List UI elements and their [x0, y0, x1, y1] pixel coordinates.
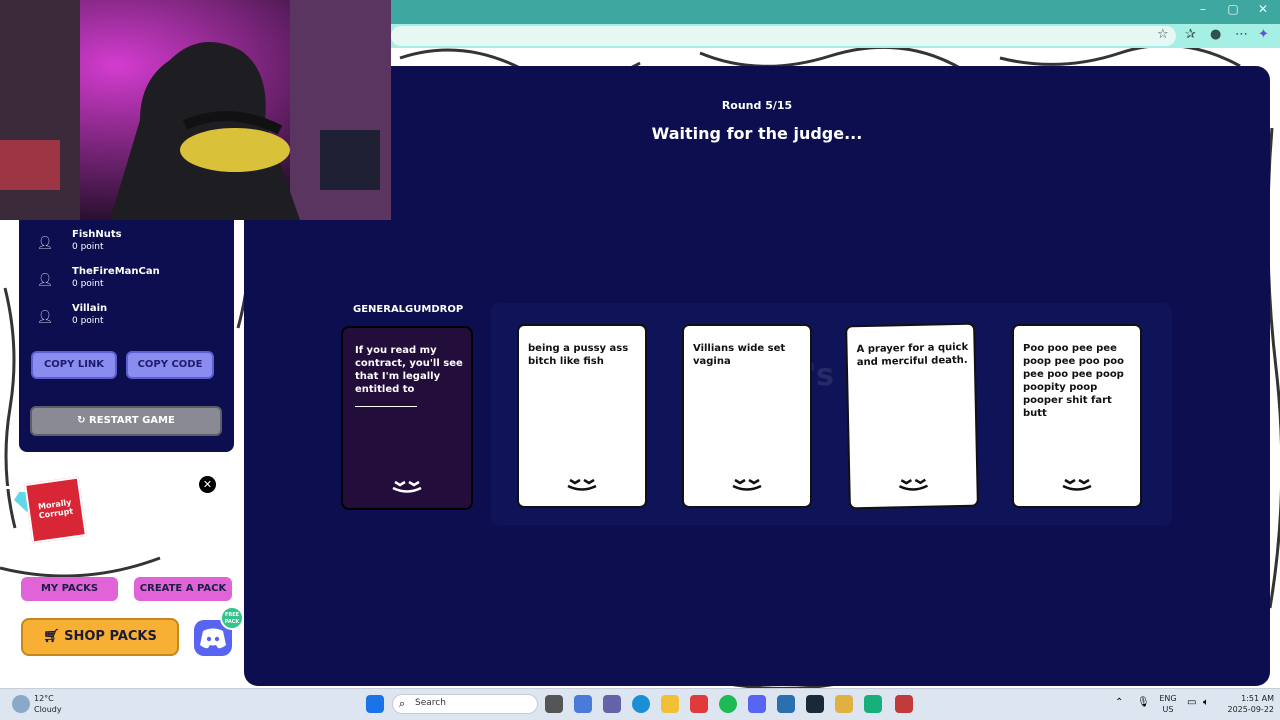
- judge-name: GENERALGUMDROP: [353, 304, 464, 315]
- edge-icon[interactable]: [632, 695, 650, 713]
- app-icon[interactable]: [690, 695, 708, 713]
- app-icon[interactable]: [864, 695, 882, 713]
- windows-start-icon[interactable]: [366, 695, 384, 713]
- promo-close-button[interactable]: ✕: [199, 476, 216, 493]
- prompt-blank: [355, 406, 417, 407]
- app-icon[interactable]: [835, 695, 853, 713]
- grin-face-icon: [1062, 478, 1092, 491]
- answer-text: Villians wide set vagina: [693, 343, 786, 367]
- user-icon: 👤︎: [36, 310, 54, 325]
- network-icon[interactable]: ▭: [1187, 697, 1196, 708]
- promo-subtitle: All packs. 7 days. Max Chaos.: [88, 513, 192, 521]
- player-name: Villain: [72, 303, 108, 314]
- profile-icon[interactable]: ●: [1210, 27, 1221, 42]
- answer-card[interactable]: Villians wide set vagina: [682, 324, 812, 508]
- favorites-icon[interactable]: ✰: [1185, 27, 1196, 42]
- clock-date[interactable]: 2025-09-22: [1222, 705, 1275, 714]
- free-pack-badge: FREE PACK: [220, 606, 244, 630]
- player-name: FishNuts: [72, 229, 122, 240]
- status-title: Waiting for the judge...: [651, 124, 863, 143]
- photos-icon[interactable]: [777, 695, 795, 713]
- answer-text: being a pussy ass bitch like fish: [528, 343, 629, 367]
- taskbar-search[interactable]: [392, 694, 538, 714]
- webcam-overlay: [0, 0, 391, 220]
- discord-taskbar-icon[interactable]: [748, 695, 766, 713]
- restart-label: RESTART GAME: [89, 415, 175, 426]
- weather-desc: Cloudy: [34, 705, 62, 714]
- answer-card[interactable]: Poo poo pee pee poop pee poo poo pee poo…: [1012, 324, 1142, 508]
- shop-packs-label: SHOP PACKS: [64, 629, 157, 644]
- promo-headline: 7 DAYS FREE!: [88, 496, 203, 514]
- prompt-text: If you read my contract, you'll see that…: [355, 345, 463, 395]
- player-item: 👤︎ FishNuts 0 point: [35, 229, 225, 259]
- player-name: TheFireManCan: [72, 266, 160, 277]
- clock-time[interactable]: 1:51 AM: [1222, 694, 1274, 703]
- user-icon: 👤︎: [36, 273, 54, 288]
- task-view-icon[interactable]: [545, 695, 563, 713]
- language-code[interactable]: ENG: [1156, 694, 1180, 703]
- search-placeholder: Search: [415, 698, 446, 708]
- steam-icon[interactable]: [806, 695, 824, 713]
- spotify-icon[interactable]: [719, 695, 737, 713]
- answer-card[interactable]: being a pussy ass bitch like fish: [517, 324, 647, 508]
- maximize-button[interactable]: ▢: [1218, 2, 1248, 16]
- close-window-button[interactable]: ✕: [1248, 2, 1278, 16]
- create-pack-button[interactable]: CREATE A PACK: [134, 577, 232, 601]
- restart-icon: ↻: [77, 415, 90, 426]
- grin-face-icon: [898, 478, 929, 491]
- player-item: 👤︎ Villain 0 point: [35, 303, 225, 333]
- shop-packs-button[interactable]: 🛒︎ SHOP PACKS: [21, 618, 179, 656]
- game-board: Round 5/15 Waiting for the judge... GENE…: [244, 66, 1270, 686]
- copy-link-button[interactable]: COPY LINK: [31, 351, 117, 379]
- language-region[interactable]: US: [1156, 705, 1180, 714]
- search-icon: ⌕: [399, 697, 406, 710]
- copilot-app-icon[interactable]: [574, 695, 592, 713]
- cart-icon: 🛒︎: [43, 629, 65, 644]
- player-points: 0 point: [72, 242, 104, 252]
- more-menu-icon[interactable]: ⋯: [1235, 27, 1248, 42]
- grin-face-icon: [567, 478, 597, 491]
- grin-face-icon: [392, 480, 422, 493]
- star-icon[interactable]: ☆: [1157, 27, 1169, 42]
- url-input[interactable]: [391, 26, 1176, 46]
- restart-game-button[interactable]: ↻ RESTART GAME: [30, 406, 222, 436]
- webcam-feed-image: [0, 0, 391, 220]
- chevron-up-icon[interactable]: ⌃: [1115, 697, 1123, 708]
- weather-temp: 12°C: [34, 694, 54, 703]
- my-packs-button[interactable]: MY PACKS: [21, 577, 118, 601]
- round-label: Round 5/15: [721, 99, 793, 112]
- copy-code-button[interactable]: COPY CODE: [126, 351, 214, 379]
- grin-face-icon: [732, 478, 762, 491]
- answer-text: A prayer for a quick and merciful death.: [856, 341, 969, 369]
- player-points: 0 point: [72, 279, 104, 289]
- weather-icon[interactable]: [12, 695, 30, 713]
- promo-pack-image: Morally Corrupt: [24, 476, 87, 544]
- file-explorer-icon[interactable]: [661, 695, 679, 713]
- user-icon: 👤︎: [36, 236, 54, 251]
- minimize-button[interactable]: –: [1188, 2, 1218, 16]
- prompt-card: If you read my contract, you'll see that…: [341, 326, 473, 510]
- player-item: 👤︎ TheFireManCan 0 point: [35, 266, 225, 296]
- app-icon[interactable]: [895, 695, 913, 713]
- answer-card[interactable]: A prayer for a quick and merciful death.: [845, 322, 979, 510]
- player-points: 0 point: [72, 316, 104, 326]
- copilot-icon[interactable]: ✦: [1258, 27, 1269, 42]
- answer-text: Poo poo pee pee poop pee poo poo pee poo…: [1023, 343, 1125, 419]
- microphone-icon[interactable]: 🎙︎: [1137, 697, 1150, 708]
- volume-icon[interactable]: 🔈︎: [1203, 697, 1209, 708]
- teams-icon[interactable]: [603, 695, 621, 713]
